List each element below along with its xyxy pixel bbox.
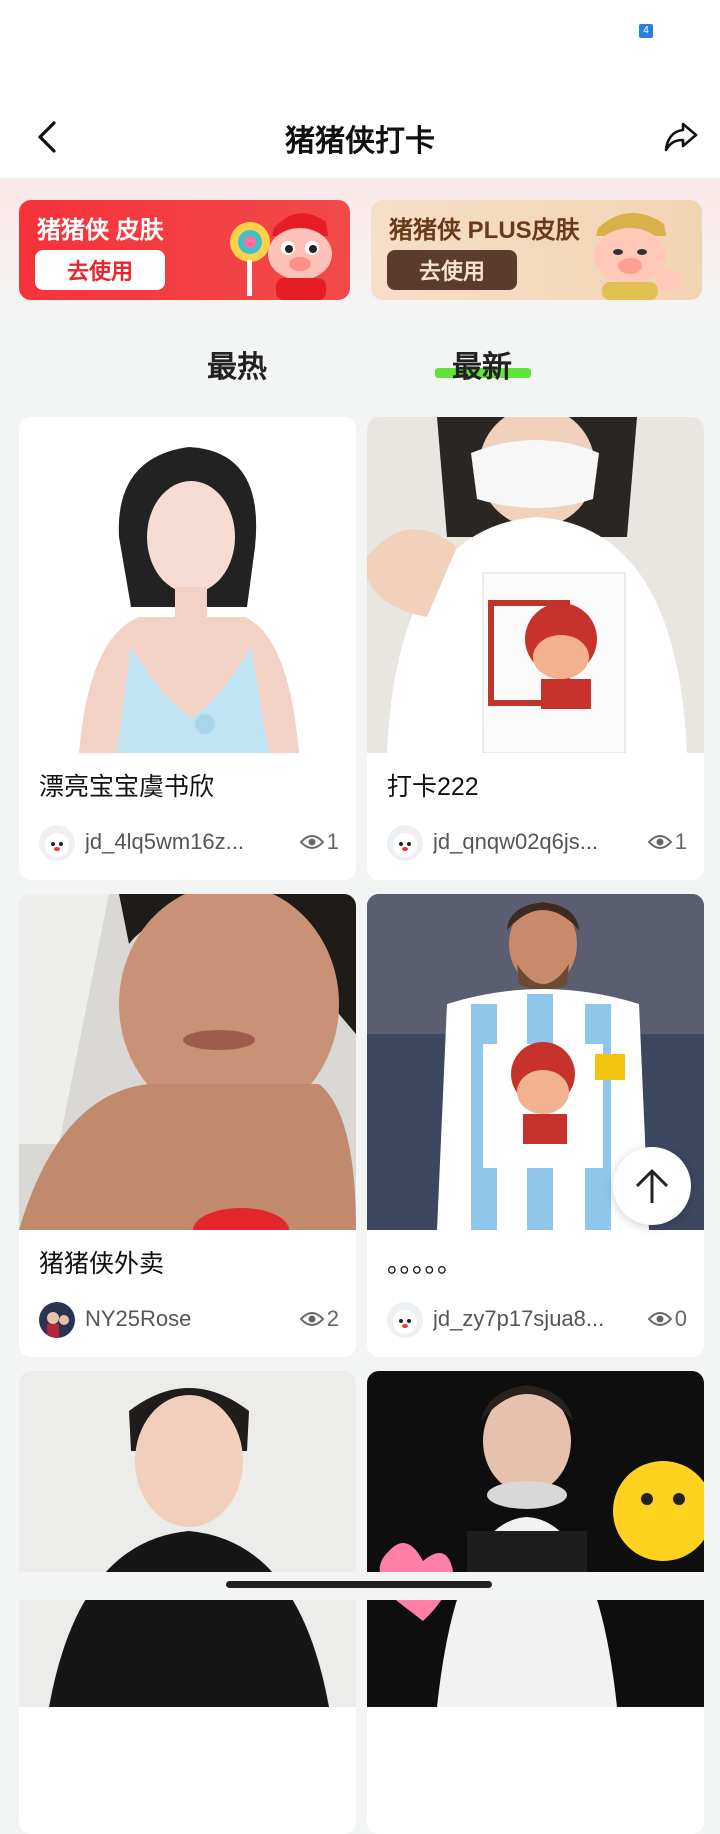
use-plus-skin-button[interactable]: 去使用 [387, 250, 517, 290]
user-avatar[interactable] [39, 1302, 75, 1338]
post-meta: jd_4lq5wm16z... 1 [39, 825, 339, 861]
page-title: 猪猪侠打卡 [285, 125, 435, 158]
post-image [19, 417, 356, 753]
username[interactable]: jd_zy7p17sjua8... [433, 1306, 618, 1332]
username[interactable]: jd_qnqw02q6js... [433, 829, 618, 855]
post-card[interactable] [367, 1371, 704, 1834]
tab-hot[interactable]: 最热 [207, 342, 267, 386]
username[interactable]: jd_4lq5wm16z... [85, 829, 270, 855]
post-title: 打卡222 [387, 773, 479, 801]
eye-icon [647, 1312, 672, 1326]
post-image [19, 1371, 356, 1707]
scroll-to-top-button[interactable] [613, 1147, 691, 1225]
view-count: 0 [647, 1306, 687, 1332]
tab-new[interactable]: 最新 [452, 342, 512, 386]
post-title: 。。。。。 [387, 1250, 463, 1278]
user-avatar[interactable] [39, 825, 75, 861]
post-meta: jd_zy7p17sjua8... 0 [387, 1302, 687, 1338]
home-indicator[interactable] [226, 1581, 492, 1588]
status-bar: 4 [0, 0, 720, 100]
view-count: 1 [299, 829, 339, 855]
eye-icon [647, 835, 672, 849]
post-meta: jd_qnqw02q6js... 1 [387, 825, 687, 861]
view-count-value: 0 [674, 1306, 687, 1331]
post-image [367, 417, 704, 753]
use-skin-button[interactable]: 去使用 [35, 250, 165, 290]
gold-pig-mascot-icon [594, 212, 680, 300]
post-image [19, 894, 356, 1230]
post-meta: NY25Rose 2 [39, 1302, 339, 1338]
username[interactable]: NY25Rose [85, 1306, 270, 1332]
post-image [367, 1371, 704, 1707]
tab-bar: 最热 最新 [0, 330, 720, 400]
view-count-value: 2 [326, 1306, 339, 1331]
header: 猪猪侠打卡 [0, 100, 720, 178]
post-title: 漂亮宝宝虞书欣 [39, 773, 215, 801]
user-avatar[interactable] [387, 1302, 423, 1338]
post-card[interactable]: 漂亮宝宝虞书欣 jd_4lq5wm16z... 1 [19, 417, 356, 880]
skin-banner[interactable]: 猪猪侠 皮肤 去使用 [19, 200, 350, 300]
banner-title: 猪猪侠 PLUS皮肤 [389, 217, 580, 244]
user-avatar[interactable] [387, 825, 423, 861]
view-count: 1 [647, 829, 687, 855]
post-card[interactable]: 打卡222 jd_qnqw02q6js... 1 [367, 417, 704, 880]
share-button[interactable] [656, 112, 706, 162]
share-icon [664, 122, 698, 152]
pig-mascot-icon [230, 213, 332, 300]
view-count-value: 1 [326, 829, 339, 854]
post-card[interactable] [19, 1371, 356, 1834]
eye-icon [299, 835, 324, 849]
notification-icon: 4 [639, 24, 653, 38]
banner-title: 猪猪侠 皮肤 [37, 217, 164, 244]
post-card[interactable]: 。。。。。 jd_zy7p17sjua8... 0 [367, 894, 704, 1357]
arrow-up-icon [635, 1169, 669, 1203]
view-count-value: 1 [674, 829, 687, 854]
view-count: 2 [299, 1306, 339, 1332]
eye-icon [299, 1312, 324, 1326]
plus-skin-banner[interactable]: 猪猪侠 PLUS皮肤 去使用 [371, 200, 702, 300]
post-card[interactable]: 猪猪侠外卖 NY25Rose 2 [19, 894, 356, 1357]
post-title: 猪猪侠外卖 [39, 1250, 165, 1278]
